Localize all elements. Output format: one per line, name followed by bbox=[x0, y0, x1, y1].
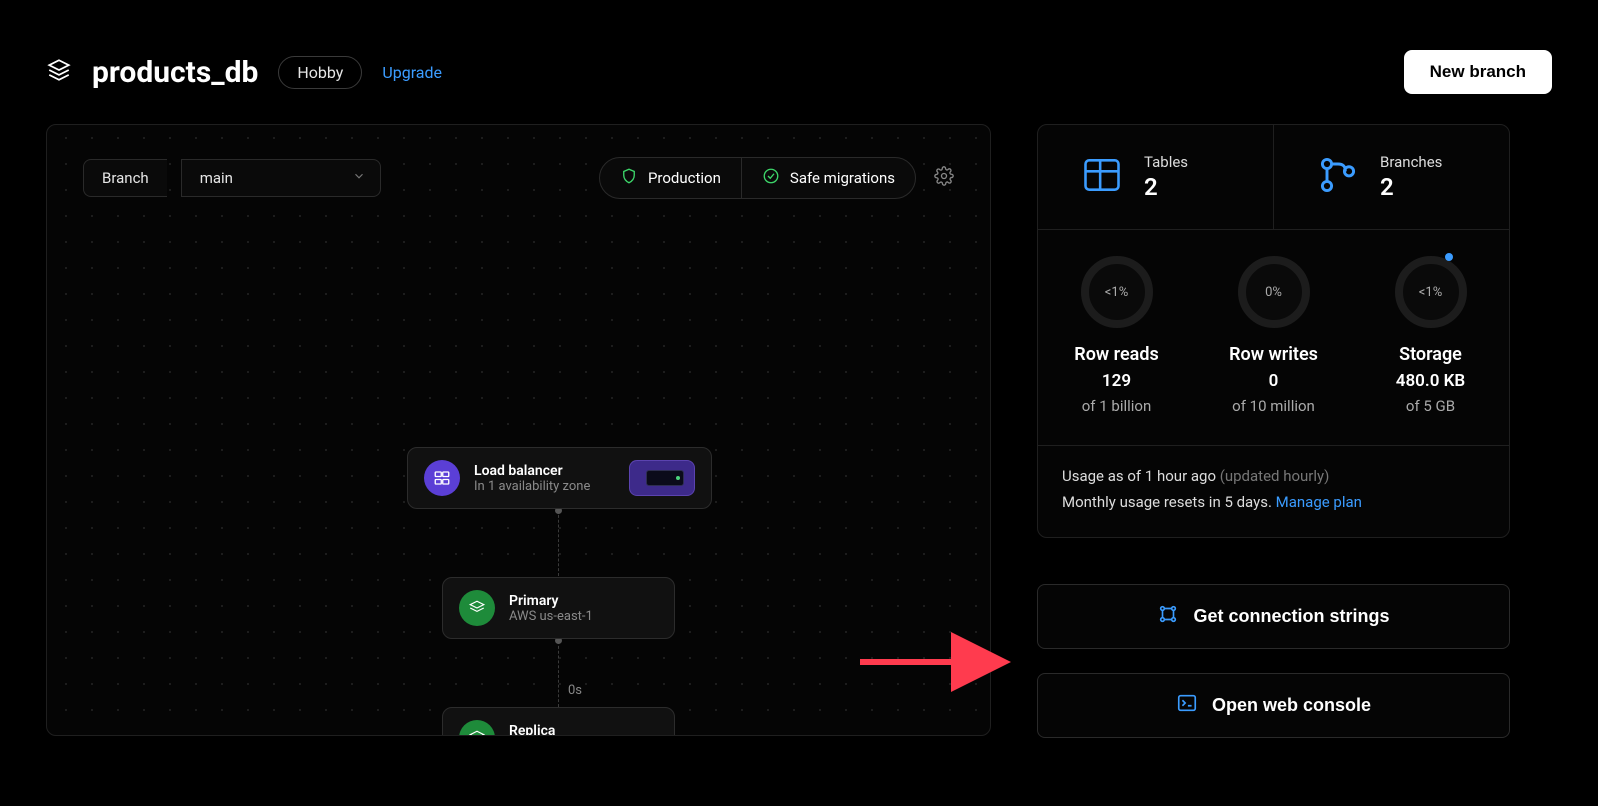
row-reads-pct: <1% bbox=[1081, 256, 1153, 328]
branches-value: 2 bbox=[1380, 173, 1442, 201]
environment-pill-group: Production Safe migrations bbox=[599, 157, 916, 199]
replica-node[interactable]: Replica AWS us-east-1 bbox=[442, 707, 675, 736]
manage-plan-link[interactable]: Manage plan bbox=[1276, 493, 1362, 511]
chevron-down-icon bbox=[352, 169, 366, 187]
connection-strings-label: Get connection strings bbox=[1193, 606, 1389, 627]
database-icon bbox=[46, 57, 72, 87]
settings-button[interactable] bbox=[934, 166, 954, 190]
row-reads-title: Row reads bbox=[1074, 344, 1158, 365]
connection-icon bbox=[1157, 603, 1179, 630]
right-column: Tables 2 Branches 2 <1% R bbox=[1037, 124, 1510, 738]
load-balancer-icon bbox=[424, 460, 460, 496]
production-pill[interactable]: Production bbox=[600, 158, 742, 198]
stats-card: Tables 2 Branches 2 <1% R bbox=[1037, 124, 1510, 538]
topology-toolbar: Branch main Production bbox=[47, 125, 990, 231]
row-writes-of: of 10 million bbox=[1232, 397, 1315, 415]
safe-migrations-label: Safe migrations bbox=[790, 169, 895, 187]
tables-stat[interactable]: Tables 2 bbox=[1038, 125, 1274, 229]
new-branch-button[interactable]: New branch bbox=[1404, 50, 1552, 94]
open-web-console-button[interactable]: Open web console bbox=[1037, 673, 1510, 738]
storage-value: 480.0 KB bbox=[1396, 371, 1465, 391]
branches-stat[interactable]: Branches 2 bbox=[1274, 125, 1509, 229]
get-connection-strings-button[interactable]: Get connection strings bbox=[1037, 584, 1510, 649]
primary-title: Primary bbox=[509, 593, 593, 609]
branches-label: Branches bbox=[1380, 153, 1442, 171]
latency-label: 0s bbox=[568, 683, 582, 698]
branch-select[interactable]: main bbox=[181, 159, 381, 197]
storage-title: Storage bbox=[1399, 344, 1462, 365]
console-icon bbox=[1176, 692, 1198, 719]
replica-title: Replica bbox=[509, 723, 593, 737]
plan-badge: Hobby bbox=[278, 56, 362, 89]
tables-icon bbox=[1080, 153, 1124, 201]
load-balancer-node[interactable]: Load balancer In 1 availability zone bbox=[407, 447, 712, 509]
safe-migrations-pill[interactable]: Safe migrations bbox=[742, 158, 915, 198]
branches-icon bbox=[1316, 153, 1360, 201]
row-writes-metric: 0% Row writes 0 of 10 million bbox=[1195, 256, 1352, 415]
page-header: products_db Hobby Upgrade New branch bbox=[0, 0, 1598, 124]
usage-text: Usage as of 1 hour ago bbox=[1062, 467, 1220, 485]
resets-text: Monthly usage resets in 5 days. bbox=[1062, 493, 1276, 511]
storage-pct: <1% bbox=[1395, 256, 1467, 328]
tables-label: Tables bbox=[1144, 153, 1188, 171]
primary-subtitle: AWS us-east-1 bbox=[509, 609, 593, 624]
row-writes-title: Row writes bbox=[1229, 344, 1318, 365]
primary-node[interactable]: Primary AWS us-east-1 bbox=[442, 577, 675, 639]
storage-of: of 5 GB bbox=[1406, 397, 1455, 415]
lb-subtitle: In 1 availability zone bbox=[474, 479, 590, 494]
actions-group: Get connection strings Open web console bbox=[1037, 584, 1510, 738]
updated-hourly: (updated hourly) bbox=[1220, 467, 1330, 485]
lb-status-badge bbox=[629, 460, 695, 496]
row-writes-pct: 0% bbox=[1238, 256, 1310, 328]
row-reads-of: of 1 billion bbox=[1082, 397, 1152, 415]
web-console-label: Open web console bbox=[1212, 695, 1371, 716]
production-label: Production bbox=[648, 169, 721, 187]
stats-footer: Usage as of 1 hour ago (updated hourly) … bbox=[1038, 446, 1509, 537]
branch-label: Branch bbox=[83, 159, 167, 197]
row-reads-value: 129 bbox=[1102, 371, 1131, 391]
shield-icon bbox=[620, 167, 638, 189]
branch-selected-value: main bbox=[200, 169, 233, 187]
check-circle-icon bbox=[762, 167, 780, 189]
row-reads-metric: <1% Row reads 129 of 1 billion bbox=[1038, 256, 1195, 415]
lb-title: Load balancer bbox=[474, 463, 590, 479]
primary-icon bbox=[459, 590, 495, 626]
topology-panel: Branch main Production bbox=[46, 124, 991, 736]
database-title: products_db bbox=[92, 55, 258, 90]
upgrade-link[interactable]: Upgrade bbox=[382, 63, 442, 82]
replica-icon bbox=[459, 720, 495, 736]
row-writes-value: 0 bbox=[1269, 371, 1279, 391]
storage-metric: <1% Storage 480.0 KB of 5 GB bbox=[1352, 256, 1509, 415]
tables-value: 2 bbox=[1144, 173, 1188, 201]
